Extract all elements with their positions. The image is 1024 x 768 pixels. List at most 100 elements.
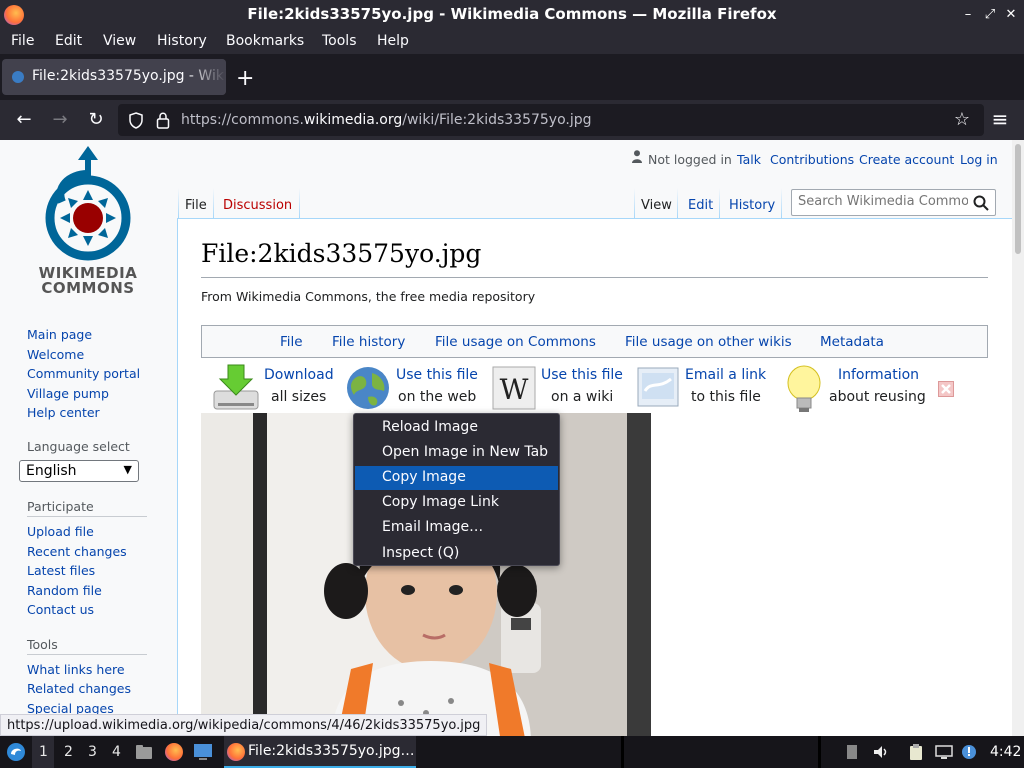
page-scrollbar[interactable] bbox=[1012, 140, 1024, 736]
search-box[interactable] bbox=[791, 189, 996, 216]
sidebar-item-village-pump[interactable]: Village pump bbox=[27, 386, 109, 401]
close-window-button[interactable]: ✕ bbox=[1003, 7, 1019, 23]
ctx-copy-image-link[interactable]: Copy Image Link bbox=[355, 491, 558, 515]
language-select-heading: Language select bbox=[27, 439, 130, 454]
search-input[interactable] bbox=[798, 194, 968, 209]
reload-button[interactable]: ↻ bbox=[85, 109, 107, 130]
menu-bar: File Edit View History Bookmarks Tools H… bbox=[0, 30, 1024, 54]
desktop-icon[interactable] bbox=[193, 743, 213, 761]
workspace-4[interactable]: 4 bbox=[112, 744, 121, 760]
talk-link[interactable]: Talk bbox=[737, 152, 761, 167]
sidebar-item-community-portal[interactable]: Community portal bbox=[27, 366, 140, 381]
tray-notes-icon[interactable] bbox=[843, 743, 861, 761]
new-tab-button[interactable]: + bbox=[236, 66, 254, 91]
network-icon[interactable] bbox=[935, 743, 953, 761]
tab-history[interactable]: History bbox=[729, 198, 775, 213]
tab-discussion[interactable]: Discussion bbox=[223, 198, 292, 213]
search-icon[interactable] bbox=[973, 195, 989, 211]
url-bar[interactable]: https://commons.wikimedia.org/wiki/File:… bbox=[118, 104, 984, 136]
ctx-email-image[interactable]: Email Image… bbox=[355, 516, 558, 540]
globe-icon[interactable] bbox=[346, 365, 390, 411]
shield-icon[interactable] bbox=[128, 112, 144, 129]
window-title: File:2kids33575yo.jpg - Wikimedia Common… bbox=[247, 5, 777, 23]
maximize-button[interactable]: ⤢ bbox=[982, 7, 998, 23]
download-icon[interactable] bbox=[212, 363, 260, 413]
sidebar-item-welcome[interactable]: Welcome bbox=[27, 347, 84, 362]
scrollbar-thumb[interactable] bbox=[1015, 144, 1021, 254]
close-icon[interactable] bbox=[938, 381, 954, 397]
ctx-copy-image[interactable]: Copy Image bbox=[355, 466, 558, 490]
context-menu: Reload Image Open Image in New Tab Copy … bbox=[353, 413, 560, 566]
workspace-1[interactable]: 1 bbox=[39, 744, 48, 760]
notification-icon[interactable] bbox=[960, 743, 978, 761]
sidebar-item-random-file[interactable]: Random file bbox=[27, 583, 102, 598]
back-button[interactable]: ← bbox=[13, 109, 35, 130]
url-text[interactable]: https://commons.wikimedia.org/wiki/File:… bbox=[181, 112, 592, 128]
language-select[interactable]: English ▼ bbox=[19, 460, 139, 482]
login-link[interactable]: Log in bbox=[960, 152, 998, 167]
ctx-inspect[interactable]: Inspect (Q) bbox=[355, 542, 558, 566]
app-menu-button[interactable]: ≡ bbox=[989, 107, 1011, 131]
window-titlebar: File:2kids33575yo.jpg - Wikimedia Common… bbox=[0, 0, 1024, 30]
file-manager-icon[interactable] bbox=[135, 743, 153, 761]
ctx-open-image-new-tab[interactable]: Open Image in New Tab bbox=[355, 441, 558, 465]
sidebar-item-latest-files[interactable]: Latest files bbox=[27, 563, 95, 578]
lock-icon[interactable] bbox=[156, 112, 170, 129]
menu-bookmarks[interactable]: Bookmarks bbox=[226, 33, 304, 49]
user-icon bbox=[632, 150, 642, 163]
page-title: File:2kids33575yo.jpg bbox=[201, 239, 482, 268]
svg-text:W: W bbox=[500, 373, 529, 406]
workspace-3[interactable]: 3 bbox=[88, 744, 97, 760]
tools-heading: Tools bbox=[27, 637, 58, 652]
toc-file-usage-other-wikis[interactable]: File usage on other wikis bbox=[625, 334, 792, 350]
participate-heading: Participate bbox=[27, 499, 94, 514]
sidebar-item-related-changes[interactable]: Related changes bbox=[27, 681, 131, 696]
tab-view[interactable]: View bbox=[641, 198, 672, 213]
menu-file[interactable]: File bbox=[11, 33, 34, 49]
menu-tools[interactable]: Tools bbox=[322, 33, 357, 49]
tab-file[interactable]: File bbox=[185, 198, 207, 213]
workspace-2[interactable]: 2 bbox=[64, 744, 73, 760]
content-area: File:2kids33575yo.jpg From Wikimedia Com… bbox=[177, 218, 1012, 736]
lightbulb-icon[interactable] bbox=[786, 365, 822, 413]
volume-icon[interactable] bbox=[872, 743, 890, 761]
bookmark-star-icon[interactable]: ☆ bbox=[954, 109, 970, 130]
file-toc: File File history File usage on Commons … bbox=[201, 325, 988, 358]
chevron-down-icon: ▼ bbox=[123, 463, 132, 476]
toc-file[interactable]: File bbox=[280, 334, 303, 350]
sidebar-item-contact-us[interactable]: Contact us bbox=[27, 602, 94, 617]
firefox-launcher-icon[interactable] bbox=[165, 743, 183, 761]
web-page: WIKIMEDIA COMMONS Main page Welcome Comm… bbox=[0, 140, 1012, 736]
not-logged-in-text: Not logged in bbox=[648, 152, 732, 167]
clock: 4:42 bbox=[990, 744, 1022, 760]
browser-tab[interactable]: File:2kids33575yo.jpg - Wikimedia Common… bbox=[2, 59, 226, 95]
navigation-bar: ← → ↻ https://commons.wikimedia.org/wiki… bbox=[0, 100, 1024, 140]
clipboard-icon[interactable] bbox=[907, 743, 925, 761]
menu-view[interactable]: View bbox=[103, 33, 136, 49]
sidebar-item-recent-changes[interactable]: Recent changes bbox=[27, 544, 127, 559]
wikipedia-icon[interactable]: W bbox=[492, 366, 536, 410]
ctx-reload-image[interactable]: Reload Image bbox=[355, 416, 558, 440]
sidebar-item-what-links-here[interactable]: What links here bbox=[27, 662, 125, 677]
taskbar-active-window[interactable]: File:2kids33575yo.jpg… bbox=[224, 736, 416, 768]
taskbar: 1 2 3 4 File:2kids33575yo.jpg… 4:42 bbox=[0, 736, 1024, 768]
site-subtitle: From Wikimedia Commons, the free media r… bbox=[201, 289, 536, 304]
toc-file-history[interactable]: File history bbox=[332, 334, 405, 350]
toc-metadata[interactable]: Metadata bbox=[820, 334, 884, 350]
start-menu-icon[interactable] bbox=[6, 742, 26, 762]
menu-history[interactable]: History bbox=[157, 33, 207, 49]
forward-button[interactable]: → bbox=[49, 109, 71, 130]
sidebar-item-upload-file[interactable]: Upload file bbox=[27, 524, 94, 539]
email-icon[interactable] bbox=[637, 367, 679, 407]
firefox-icon bbox=[227, 743, 245, 761]
minimize-button[interactable]: – bbox=[960, 7, 976, 23]
tab-edit[interactable]: Edit bbox=[688, 198, 713, 213]
toc-file-usage-commons[interactable]: File usage on Commons bbox=[435, 334, 596, 350]
menu-help[interactable]: Help bbox=[377, 33, 409, 49]
sidebar-item-help-center[interactable]: Help center bbox=[27, 405, 100, 420]
sidebar-item-main-page[interactable]: Main page bbox=[27, 327, 92, 342]
create-account-link[interactable]: Create account bbox=[859, 152, 954, 167]
status-url: https://upload.wikimedia.org/wikipedia/c… bbox=[0, 714, 488, 736]
menu-edit[interactable]: Edit bbox=[55, 33, 82, 49]
contributions-link[interactable]: Contributions bbox=[770, 152, 854, 167]
